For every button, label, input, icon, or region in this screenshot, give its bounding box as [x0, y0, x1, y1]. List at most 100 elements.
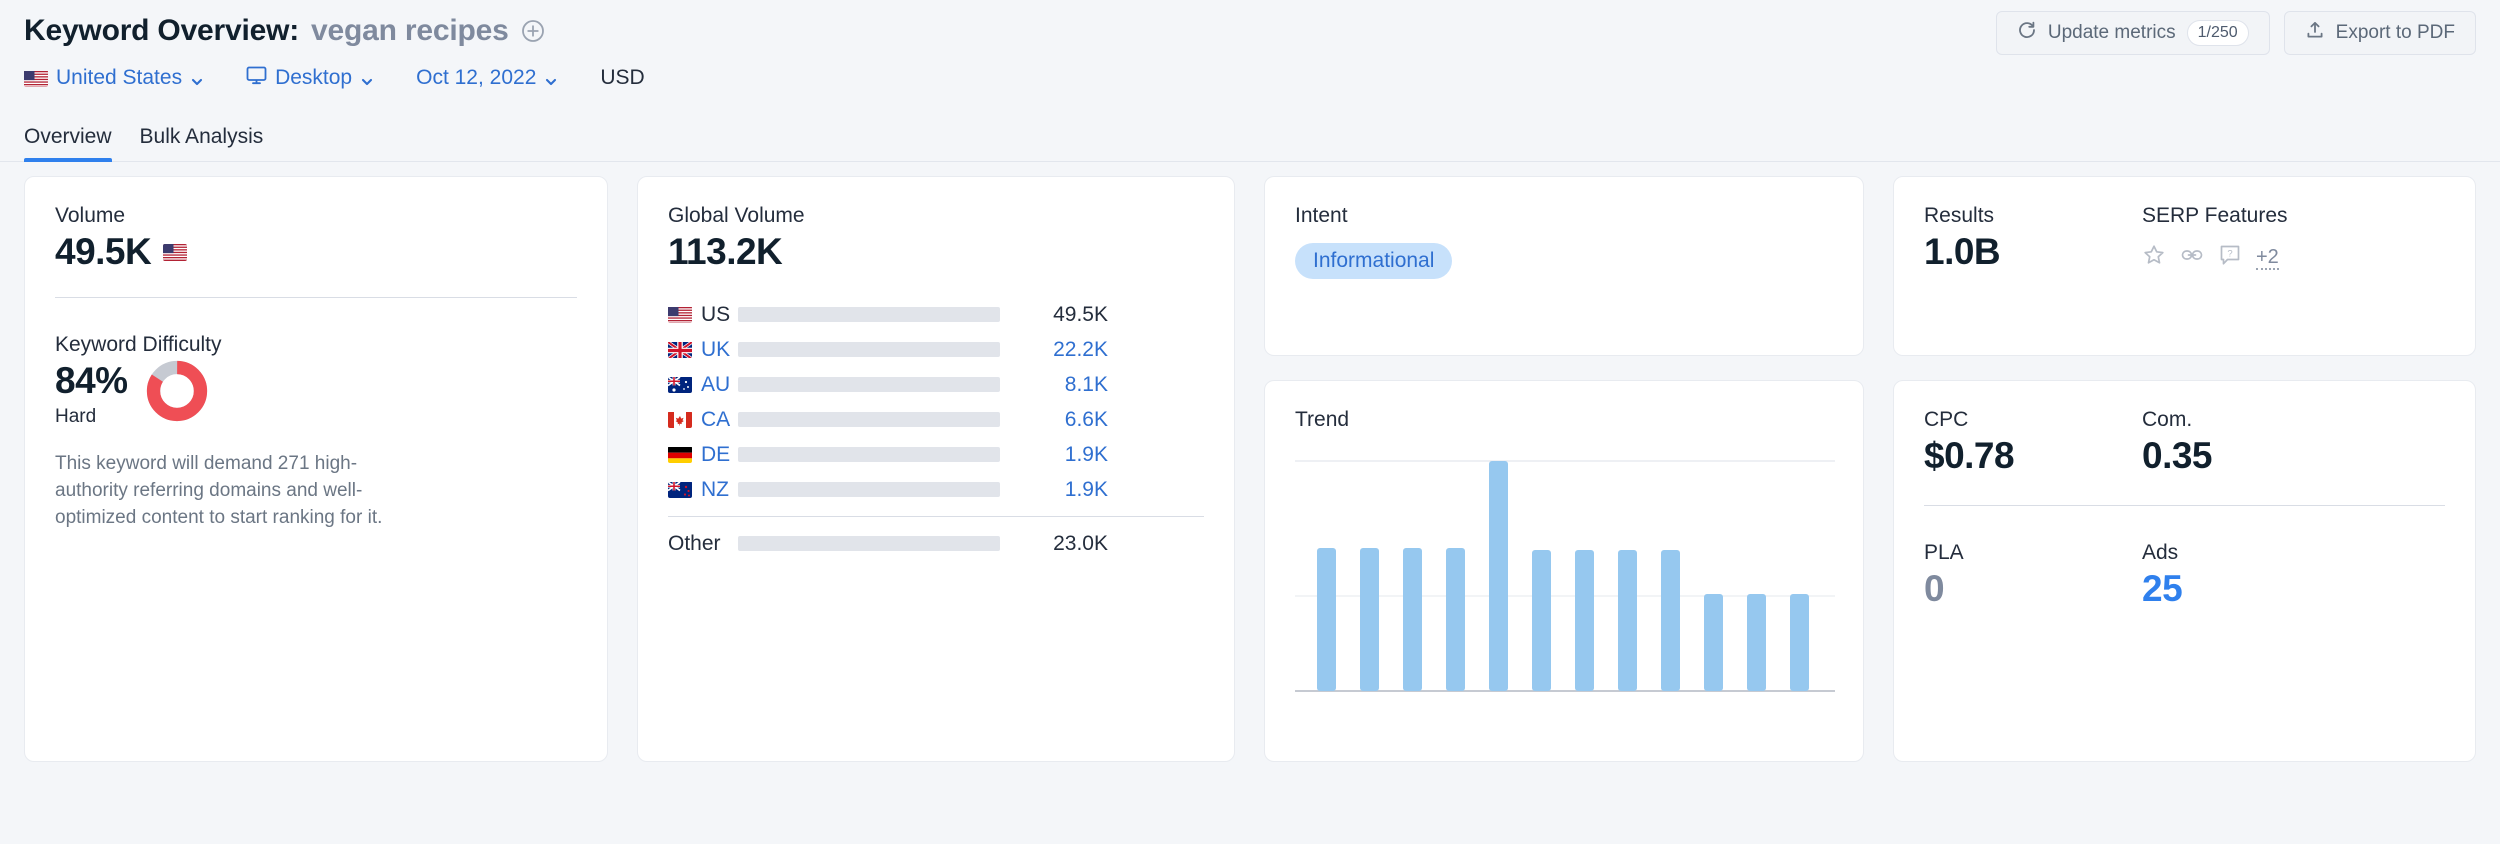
list-item[interactable]: AU 8.1K [668, 367, 1204, 402]
chevron-down-icon [360, 71, 374, 86]
country-filter-label: United States [56, 66, 183, 89]
update-metrics-label: Update metrics [2047, 22, 2176, 43]
currency-value: USD [600, 66, 645, 89]
device-filter-label: Desktop [275, 66, 353, 89]
com-block: Com. 0.35 [2142, 407, 2360, 479]
keyword-difficulty-level: Hard [55, 406, 97, 427]
tab-bar: Overview Bulk Analysis [0, 110, 2500, 162]
intent-label: Intent [1295, 204, 1348, 227]
uk-flag-icon [668, 341, 692, 358]
faq-icon[interactable]: ? [2218, 243, 2242, 272]
country-cell: US [668, 303, 732, 327]
nz-flag-icon [668, 481, 692, 498]
currency-label: USD [600, 66, 644, 90]
ads-value[interactable]: 25 [2142, 566, 2360, 612]
country-code: CA [701, 407, 731, 431]
global-volume-value: 113.2K [668, 231, 783, 272]
au-flag-icon [668, 376, 692, 393]
volume-bar-track [738, 307, 1000, 322]
serp-features-icons: ? +2 [2142, 243, 2288, 272]
date-filter-label: Oct 12, 2022 [416, 66, 537, 89]
keyword-difficulty-description: This keyword will demand 271 high-author… [55, 453, 383, 528]
volume-bar-track [738, 377, 1000, 392]
reviews-star-icon[interactable] [2142, 243, 2166, 272]
cpc-card: CPC $0.78 Com. 0.35 PLA 0 Ads 25 [1893, 380, 2476, 762]
page-title: Keyword Overview: [24, 14, 300, 47]
update-metrics-button[interactable]: Update metrics 1/250 [1995, 11, 2270, 55]
country-code: AU [701, 372, 731, 396]
plus-circle-icon[interactable] [521, 19, 545, 43]
date-filter[interactable]: Oct 12, 2022 [416, 66, 558, 90]
pla-block: PLA 0 [1924, 540, 2142, 612]
intent-badge[interactable]: Informational [1295, 243, 1453, 279]
cpc-block: CPC $0.78 [1924, 407, 2142, 479]
trend-card: Trend [1264, 380, 1864, 762]
results-serp-row: Results 1.0B SERP Features ? +2 [1924, 203, 2445, 275]
pla-value: 0 [1924, 568, 1945, 609]
global-volume-card: Global Volume 113.2K US 49.5K UK 22.2K A… [637, 176, 1235, 762]
list-item[interactable]: US 49.5K [668, 297, 1204, 332]
list-item[interactable]: UK 22.2K [668, 332, 1204, 367]
list-item-other: Other 23.0K [668, 526, 1204, 561]
pla-label: PLA [1924, 541, 1964, 564]
country-volume[interactable]: 1.9K [1018, 443, 1108, 467]
de-flag-icon [668, 446, 692, 463]
desktop-icon [246, 66, 267, 91]
other-volume: 23.0K [1053, 531, 1108, 555]
country-volume[interactable]: 1.9K [1018, 478, 1108, 502]
svg-text:?: ? [2227, 248, 2232, 259]
volume-bar-track [738, 447, 1000, 462]
chevron-down-icon [544, 71, 558, 86]
export-to-pdf-label: Export to PDF [2335, 22, 2455, 43]
keyword-difficulty-label: Keyword Difficulty [55, 333, 222, 356]
country-filter[interactable]: United States [24, 66, 204, 90]
keyword-difficulty-value: 84% [55, 360, 128, 401]
list-item[interactable]: NZ 1.9K [668, 472, 1204, 507]
serp-features-more[interactable]: +2 [2256, 246, 2279, 270]
list-item[interactable]: CA 6.6K [668, 402, 1204, 437]
volume-card: Volume 49.5K Keyword Difficulty 84% Hard… [24, 176, 608, 762]
volume-bar-track [738, 342, 1000, 357]
page-title-keyword: vegan recipes [311, 14, 509, 47]
com-label: Com. [2142, 408, 2193, 431]
cpc-com-row: CPC $0.78 Com. 0.35 [1924, 407, 2445, 479]
global-volume-label: Global Volume [668, 204, 805, 227]
intent-card: Intent Informational [1264, 176, 1864, 356]
country-code: US [701, 302, 731, 326]
country-volume[interactable]: 22.2K [1018, 338, 1108, 362]
volume-label: Volume [55, 204, 126, 227]
volume-bar-track [738, 536, 1000, 551]
country-volume: 49.5K [1053, 302, 1108, 326]
country-cell: AU [668, 373, 732, 397]
country-volume[interactable]: 6.6K [1018, 408, 1108, 432]
country-volume[interactable]: 8.1K [1018, 373, 1108, 397]
volume-value: 49.5K [55, 231, 152, 272]
tab-overview[interactable]: Overview [24, 125, 112, 162]
country-code: NZ [701, 477, 729, 501]
list-item[interactable]: DE 1.9K [668, 437, 1204, 472]
country-cell: CA [668, 408, 732, 432]
update-metrics-count: 1/250 [2186, 20, 2249, 46]
page-header: Keyword Overview: vegan recipes Update m… [0, 0, 2500, 98]
refresh-icon [2017, 20, 2037, 46]
country-cell: UK [668, 338, 732, 362]
trend-bar-chart [1295, 453, 1835, 708]
pla-ads-row: PLA 0 Ads 25 [1924, 540, 2445, 612]
keyword-difficulty-donut [146, 360, 208, 427]
volume-bar-track [738, 482, 1000, 497]
volume-value-row: 49.5K [55, 229, 577, 275]
com-value: 0.35 [2142, 435, 2213, 476]
results-label: Results [1924, 204, 1995, 227]
list-divider [668, 516, 1204, 517]
sitelinks-icon[interactable] [2180, 243, 2204, 272]
tab-bulk-analysis[interactable]: Bulk Analysis [140, 125, 264, 161]
upload-icon [2305, 20, 2325, 46]
results-serp-card: Results 1.0B SERP Features ? +2 [1893, 176, 2476, 356]
chevron-down-icon [190, 71, 204, 86]
volume-bar-track [738, 412, 1000, 427]
country-cell: NZ [668, 478, 732, 502]
card-divider [55, 297, 577, 298]
trend-label: Trend [1295, 408, 1350, 431]
export-to-pdf-button[interactable]: Export to PDF [2283, 11, 2476, 55]
device-filter[interactable]: Desktop [246, 66, 374, 91]
